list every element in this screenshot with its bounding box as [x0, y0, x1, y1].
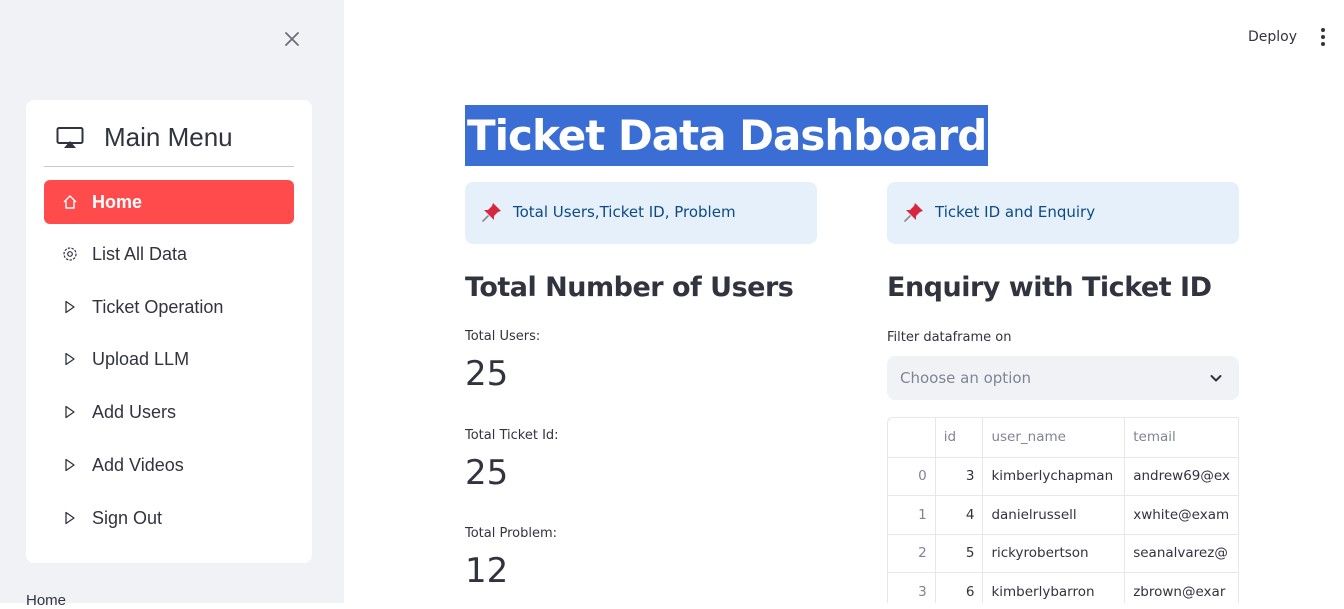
info-box-left: Total Users,Ticket ID, Problem: [465, 182, 817, 244]
close-sidebar-button[interactable]: [282, 29, 302, 49]
page-title: Ticket Data Dashboard: [465, 105, 989, 166]
filter-label: Filter dataframe on: [887, 330, 1012, 345]
row-index: 1: [888, 495, 936, 535]
sidebar-item-label: Ticket Operation: [92, 297, 224, 317]
row-index: 0: [888, 457, 936, 497]
column-header-id[interactable]: id: [935, 418, 984, 458]
play-icon: [65, 458, 75, 472]
cell-user-name[interactable]: rickyrobertson: [982, 534, 1126, 574]
sidebar-item-label: Upload LLM: [92, 349, 190, 369]
cell-user-name[interactable]: kimberlybarron: [982, 572, 1126, 603]
kebab-dot-icon: [1321, 28, 1325, 32]
row-index: 2: [888, 534, 936, 574]
row-index: 3: [888, 572, 936, 603]
menu-title: Main Menu: [104, 122, 233, 152]
play-icon: [65, 405, 75, 419]
filter-select[interactable]: Choose an option: [887, 356, 1239, 400]
sidebar-item-sign-out[interactable]: Sign Out: [44, 496, 294, 540]
deploy-button[interactable]: Deploy: [1248, 29, 1297, 45]
main-menu-card: Main Menu Home List All Data Ticket Oper…: [26, 100, 312, 563]
info-box-right: Ticket ID and Enquiry: [887, 182, 1239, 244]
filter-placeholder: Choose an option: [900, 369, 1032, 387]
sidebar-item-list-all-data[interactable]: List All Data: [44, 232, 294, 276]
table-header-row: id user_name temail: [888, 418, 1239, 458]
menu-header: Main Menu: [44, 120, 294, 167]
cell-temail[interactable]: andrew69@ex: [1124, 457, 1239, 497]
cell-temail[interactable]: xwhite@exam: [1124, 495, 1239, 535]
metric-label-total-ticket-id: Total Ticket Id:: [465, 428, 559, 443]
pushpin-icon: [482, 203, 501, 222]
info-text: Ticket ID and Enquiry: [935, 203, 1096, 221]
column-header-user-name[interactable]: user_name: [982, 418, 1126, 458]
data-table[interactable]: id user_name temail 0 3 kimberlychapman …: [887, 417, 1239, 603]
cell-user-name[interactable]: kimberlychapman: [982, 457, 1126, 497]
table-row: 2 5 rickyrobertson seanalvarez@: [888, 534, 1239, 574]
sidebar-footer-text: Home: [26, 592, 67, 609]
cell-temail[interactable]: seanalvarez@: [1124, 534, 1239, 574]
table-row: 0 3 kimberlychapman andrew69@ex: [888, 457, 1239, 497]
sidebar-item-label: Add Users: [92, 402, 177, 422]
kebab-dot-icon: [1321, 35, 1325, 39]
play-icon: [65, 300, 75, 314]
metric-label-total-users: Total Users:: [465, 329, 541, 344]
sidebar: Main Menu Home List All Data Ticket Oper…: [0, 0, 344, 609]
metric-label-total-problem: Total Problem:: [465, 526, 558, 541]
right-section-heading: Enquiry with Ticket ID: [887, 272, 1212, 303]
metric-value-total-ticket-id: 25: [465, 453, 509, 493]
close-icon: [285, 32, 299, 46]
gear-icon: [63, 247, 77, 261]
metric-value-total-users: 25: [465, 354, 509, 394]
sidebar-item-add-videos[interactable]: Add Videos: [44, 443, 294, 487]
sidebar-item-add-users[interactable]: Add Users: [44, 390, 294, 434]
cell-id[interactable]: 5: [935, 534, 984, 574]
cast-icon: [56, 127, 84, 148]
column-header-temail[interactable]: temail: [1124, 418, 1239, 458]
kebab-dot-icon: [1321, 42, 1325, 46]
chevron-down-icon: [1210, 375, 1222, 382]
sidebar-item-label: Add Videos: [92, 455, 184, 475]
metric-value-total-problem: 12: [465, 551, 509, 591]
cell-id[interactable]: 6: [935, 572, 984, 603]
table-row: 1 4 danielrussell xwhite@exam: [888, 495, 1239, 535]
sidebar-item-label: List All Data: [92, 244, 188, 264]
cell-id[interactable]: 4: [935, 495, 984, 535]
cell-id[interactable]: 3: [935, 457, 984, 497]
sidebar-item-home[interactable]: Home: [44, 180, 294, 224]
sidebar-item-label: Sign Out: [92, 508, 163, 528]
play-icon: [65, 352, 75, 366]
cell-temail[interactable]: zbrown@exar: [1124, 572, 1239, 603]
sidebar-item-ticket-operation[interactable]: Ticket Operation: [44, 285, 294, 329]
table-row: 3 6 kimberlybarron zbrown@exar: [888, 572, 1239, 603]
sidebar-item-label: Home: [92, 192, 143, 212]
pushpin-icon: [904, 203, 923, 222]
info-text: Total Users,Ticket ID, Problem: [513, 203, 736, 221]
play-icon: [65, 511, 75, 525]
cell-user-name[interactable]: danielrussell: [982, 495, 1126, 535]
sidebar-item-upload-llm[interactable]: Upload LLM: [44, 337, 294, 381]
left-section-heading: Total Number of Users: [465, 272, 794, 303]
house-icon: [63, 195, 77, 209]
main-menu-button[interactable]: [1318, 28, 1328, 48]
column-header-index[interactable]: [888, 418, 936, 458]
